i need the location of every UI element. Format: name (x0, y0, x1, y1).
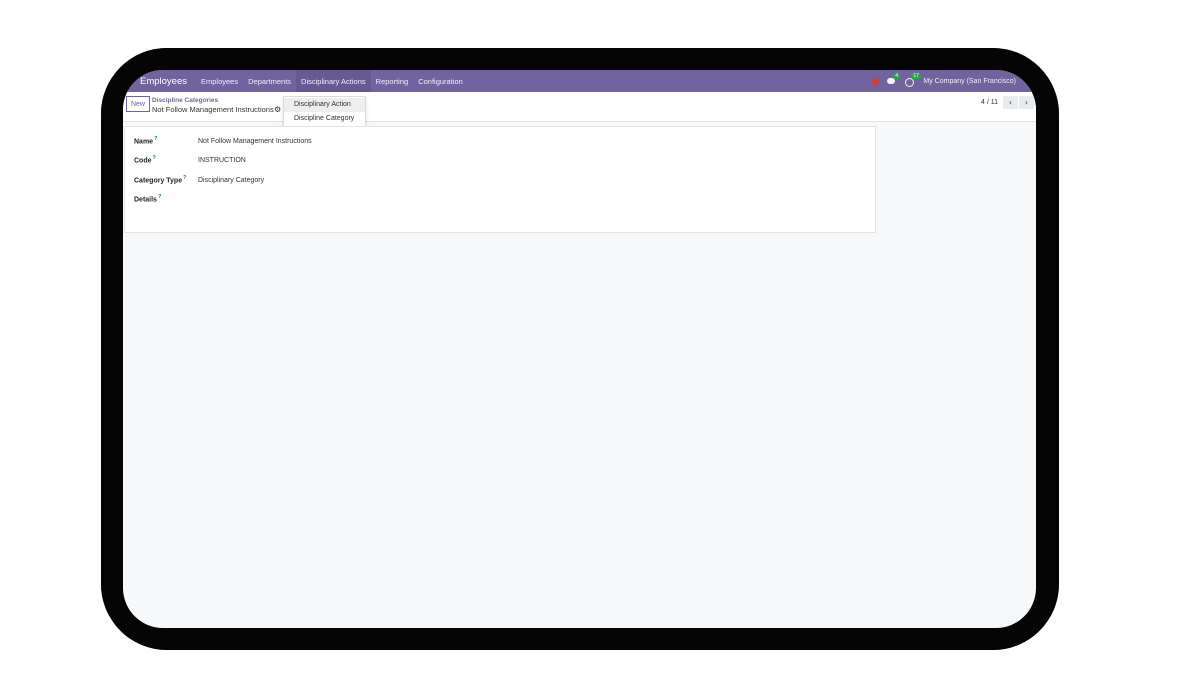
menu-reporting[interactable]: Reporting (371, 70, 414, 92)
activity-badge: 17 (911, 72, 921, 79)
code-label: Code? (134, 155, 156, 165)
navbar-systray: 4 17 My Company (San Francisco) (872, 70, 1016, 92)
chevron-right-icon[interactable]: › (1019, 96, 1034, 109)
help-icon[interactable]: ? (153, 155, 156, 161)
name-label: Name? (134, 136, 158, 146)
new-button[interactable]: New (126, 96, 150, 112)
menu-employees[interactable]: Employees (196, 70, 243, 92)
menu-configuration[interactable]: Configuration (413, 70, 468, 92)
help-icon[interactable]: ? (158, 194, 161, 200)
clock-icon[interactable]: 17 (905, 72, 921, 87)
chat-badge: 4 (893, 73, 901, 79)
company-switcher[interactable]: My Company (San Francisco) (923, 78, 1016, 85)
breadcrumb-parent[interactable]: Discipline Categories (152, 97, 218, 104)
disciplinary-actions-dropdown: Disciplinary Action Discipline Category (283, 96, 366, 129)
app-name[interactable]: Employees (140, 76, 187, 87)
top-navbar: Employees Employees Departments Discipli… (123, 70, 1036, 92)
dropdown-item-disciplinary-action[interactable]: Disciplinary Action (284, 98, 365, 112)
help-icon[interactable]: ? (183, 175, 186, 181)
category-type-value[interactable]: Disciplinary Category (198, 177, 264, 184)
name-value[interactable]: Not Follow Management Instructions (198, 138, 312, 145)
help-icon[interactable]: ? (154, 136, 157, 142)
dropdown-item-discipline-category[interactable]: Discipline Category (284, 112, 365, 126)
app-screen: Employees Employees Departments Discipli… (123, 70, 1036, 628)
category-type-label: Category Type? (134, 175, 187, 185)
field-category-type: Category Type? Disciplinary Category (134, 174, 534, 186)
gear-icon[interactable]: ⚙ (274, 105, 281, 114)
field-name: Name? Not Follow Management Instructions (134, 135, 534, 147)
form-sheet: Name? Not Follow Management Instructions… (124, 126, 876, 233)
field-details: Details? (134, 193, 534, 205)
field-code: Code? INSTRUCTION (134, 154, 534, 166)
chevron-left-icon[interactable]: ‹ (1003, 96, 1018, 109)
pager-value[interactable]: 4 / 11 (981, 99, 998, 106)
bug-icon[interactable] (872, 77, 880, 85)
code-value[interactable]: INSTRUCTION (198, 157, 246, 164)
breadcrumb-current: Not Follow Management Instructions (152, 105, 274, 114)
control-panel: New Discipline Categories Not Follow Man… (123, 92, 1036, 122)
chat-icon[interactable]: 4 (887, 73, 901, 85)
menu-disciplinary-actions[interactable]: Disciplinary Actions (296, 70, 371, 92)
details-label: Details? (134, 194, 162, 204)
menu-departments[interactable]: Departments (243, 70, 296, 92)
